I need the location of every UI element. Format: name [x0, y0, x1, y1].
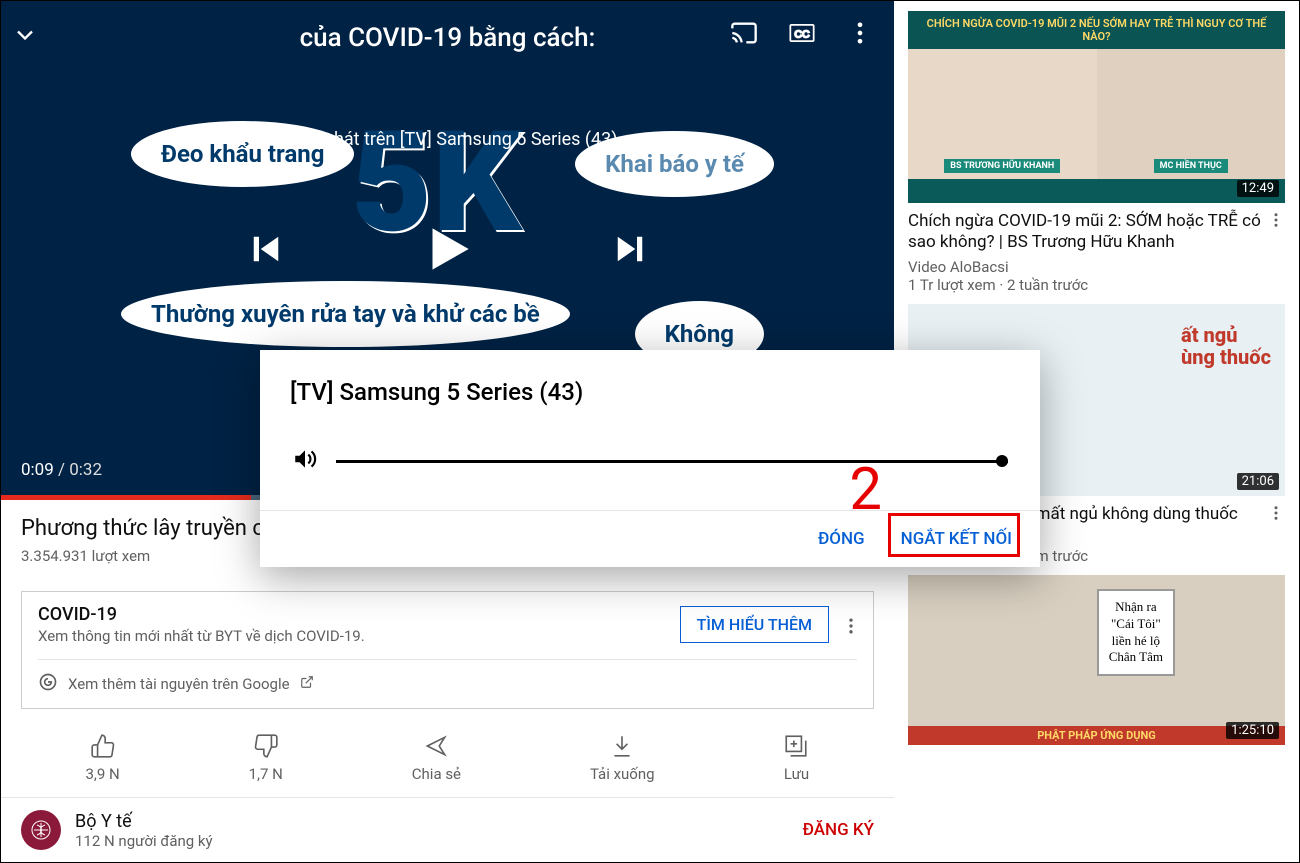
- bg-bubble: Thường xuyên rửa tay và khử các bề: [121, 281, 570, 347]
- duration: 0:32: [69, 460, 102, 480]
- disconnect-button[interactable]: NGẮT KẾT NỐI: [901, 529, 1012, 549]
- volume-slider[interactable]: [336, 460, 1008, 463]
- annotation-number: 2: [849, 456, 882, 524]
- related-channel[interactable]: Video AloBacsi: [908, 258, 1285, 276]
- more-vert-icon[interactable]: [846, 19, 874, 51]
- subscribe-button[interactable]: ĐĂNG KÝ: [803, 820, 874, 840]
- time-display: 0:09 / 0:32: [21, 460, 102, 480]
- duration-badge: 1:25:10: [1226, 722, 1279, 739]
- close-button[interactable]: ĐÓNG: [818, 529, 865, 549]
- more-vert-icon[interactable]: [1267, 211, 1285, 235]
- google-resources-link[interactable]: Xem thêm tài nguyên trên Google: [68, 675, 290, 693]
- current-time: 0:09: [21, 460, 54, 480]
- previous-button[interactable]: [245, 228, 287, 274]
- channel-row: Bộ Y tế 112 N người đăng ký ĐĂNG KÝ: [1, 798, 894, 862]
- related-video[interactable]: CHÍCH NGỪA COVID-19 MŨI 2 NẾU SỚM HAY TR…: [894, 1, 1299, 294]
- more-vert-icon[interactable]: [841, 616, 861, 640]
- covid-info-box: COVID-19 Xem thông tin mới nhất từ BYT v…: [21, 591, 874, 709]
- google-g-icon: [38, 672, 58, 696]
- subscriber-count: 112 N người đăng ký: [75, 832, 213, 850]
- save-button[interactable]: Lưu: [783, 733, 809, 783]
- duration-badge: 21:06: [1237, 473, 1279, 490]
- related-meta: 1 Tr lượt xem · 2 tuần trước: [908, 276, 1285, 294]
- next-button[interactable]: [609, 228, 651, 274]
- learn-more-button[interactable]: TÌM HIỂU THÊM: [680, 606, 829, 643]
- cast-dialog: [TV] Samsung 5 Series (43) ĐÓNG NGẮT KẾT…: [260, 350, 1040, 567]
- thumbnail[interactable]: CHÍCH NGỪA COVID-19 MŨI 2 NẾU SỚM HAY TR…: [908, 11, 1285, 203]
- dislike-button[interactable]: 1,7 N: [249, 733, 283, 783]
- thumbnail[interactable]: Nhận ra "Cái Tôi" liền hé lộ Chân Tâm PH…: [908, 575, 1285, 745]
- channel-avatar[interactable]: [21, 810, 61, 850]
- collapse-chevron-icon[interactable]: [11, 21, 39, 53]
- play-button[interactable]: [417, 218, 479, 284]
- cc-icon[interactable]: CC: [788, 19, 816, 51]
- more-vert-icon[interactable]: [1267, 504, 1285, 528]
- dialog-title: [TV] Samsung 5 Series (43): [260, 350, 1040, 416]
- related-video[interactable]: Nhận ra "Cái Tôi" liền hé lộ Chân Tâm PH…: [894, 565, 1299, 745]
- cast-status-text: Đang phát trên [TV] Samsung 5 Series (43…: [1, 129, 894, 150]
- volume-knob[interactable]: [996, 455, 1008, 467]
- related-title: Chích ngừa COVID-19 mũi 2: SỚM hoặc TRỄ …: [908, 211, 1285, 254]
- volume-icon[interactable]: [292, 446, 318, 476]
- svg-text:CC: CC: [794, 29, 810, 41]
- share-button[interactable]: Chia sẻ: [412, 733, 461, 783]
- download-button[interactable]: Tải xuống: [590, 733, 655, 783]
- action-bar: 3,9 N 1,7 N Chia sẻ Tải xuống Lưu: [1, 719, 894, 798]
- cast-icon[interactable]: [730, 19, 758, 51]
- external-link-icon: [300, 675, 314, 693]
- duration-badge: 12:49: [1237, 180, 1279, 197]
- like-button[interactable]: 3,9 N: [85, 733, 119, 783]
- channel-name[interactable]: Bộ Y tế: [75, 811, 213, 832]
